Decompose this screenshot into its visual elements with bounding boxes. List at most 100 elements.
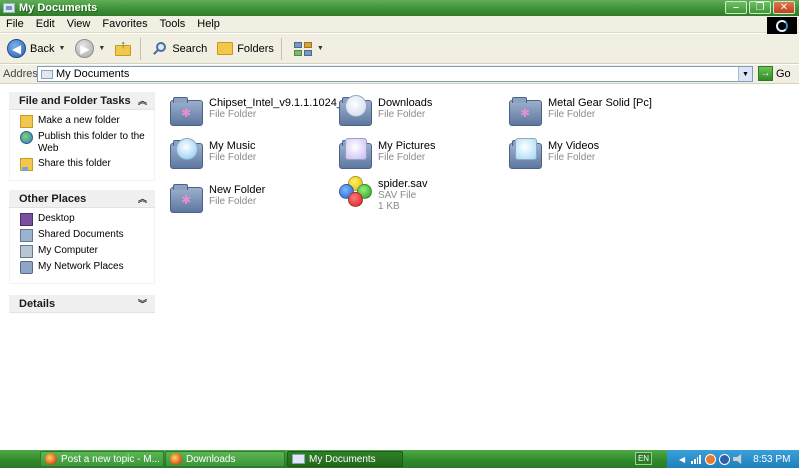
task-label: Publish this folder to the Web xyxy=(38,131,145,154)
language-indicator[interactable]: EN xyxy=(635,452,652,465)
details-header[interactable]: Details ︾ xyxy=(9,295,155,313)
search-button[interactable]: Search xyxy=(149,37,210,61)
volume-icon[interactable] xyxy=(733,454,742,464)
minimize-button[interactable]: – xyxy=(725,1,747,14)
file-type: File Folder xyxy=(378,152,426,163)
tray-app-icon[interactable] xyxy=(705,453,717,465)
place-my-computer[interactable]: My Computer xyxy=(20,245,148,258)
shared-documents-icon xyxy=(20,229,33,242)
address-bar: Address My Documents ▼ → Go xyxy=(0,65,799,84)
network-signal-icon[interactable] xyxy=(691,454,702,464)
task-publish-web[interactable]: Publish this folder to the Web xyxy=(20,131,148,155)
window-title: My Documents xyxy=(19,2,98,14)
place-my-network-places[interactable]: My Network Places xyxy=(20,261,148,274)
panel-body: Desktop Shared Documents My Computer My … xyxy=(9,208,155,284)
file-item-spider-sav[interactable]: spider.sav SAV File 1 KB xyxy=(339,176,428,212)
other-places-header[interactable]: Other Places ︽ xyxy=(9,190,155,208)
taskbar-button-post-topic[interactable]: Post a new topic - M... xyxy=(40,451,164,467)
new-folder-icon xyxy=(20,115,33,128)
file-type: SAV File xyxy=(378,190,417,201)
taskbar-button-label: My Documents xyxy=(309,453,376,465)
file-item-metal-gear-solid[interactable]: ✱ Metal Gear Solid [Pc] File Folder xyxy=(509,95,652,127)
go-arrow-icon: → xyxy=(758,66,773,81)
file-name: My Music xyxy=(209,140,256,152)
file-item-my-pictures[interactable]: My Pictures File Folder xyxy=(339,138,435,170)
task-label: Share this folder xyxy=(38,158,111,169)
file-item-my-music[interactable]: My Music File Folder xyxy=(170,138,256,170)
folders-button[interactable]: Folders xyxy=(214,37,277,61)
menu-favorites[interactable]: Favorites xyxy=(96,18,153,30)
task-pane: File and Folder Tasks ︽ Make a new folde… xyxy=(0,85,160,450)
back-dropdown-icon[interactable]: ▼ xyxy=(58,45,65,52)
up-folder-button[interactable]: ↑ xyxy=(112,37,136,61)
place-shared-documents[interactable]: Shared Documents xyxy=(20,229,148,242)
menu-file[interactable]: File xyxy=(0,18,30,30)
forward-arrow-icon: ▶ xyxy=(75,39,95,58)
maximize-button[interactable]: ❐ xyxy=(749,1,771,14)
forward-dropdown-icon[interactable]: ▼ xyxy=(98,45,105,52)
tray-app-icon[interactable] xyxy=(719,453,731,465)
other-places-panel: Other Places ︽ Desktop Shared Documents … xyxy=(9,190,155,284)
file-name: Metal Gear Solid [Pc] xyxy=(548,97,652,109)
file-type: File Folder xyxy=(548,152,596,163)
expand-chevron-icon[interactable]: ︾ xyxy=(138,297,147,310)
menu-edit[interactable]: Edit xyxy=(30,18,61,30)
window-controls: – ❐ ✕ xyxy=(725,1,795,14)
task-make-new-folder[interactable]: Make a new folder xyxy=(20,115,148,128)
views-button[interactable]: ▼ xyxy=(290,37,327,61)
place-label: Shared Documents xyxy=(38,229,124,240)
go-button[interactable]: → Go xyxy=(758,66,791,81)
menu-view[interactable]: View xyxy=(61,18,97,30)
folder-window-icon xyxy=(3,3,15,13)
menu-help[interactable]: Help xyxy=(191,18,226,30)
windows-logo-icon xyxy=(767,17,797,35)
file-item-chipset[interactable]: ✱ Chipset_Intel_v9.1.1.1024_W... File Fo… xyxy=(170,95,362,127)
back-button[interactable]: ◀ Back ▼ xyxy=(4,37,68,61)
taskbar-button-my-documents[interactable]: My Documents xyxy=(287,451,403,467)
file-type: File Folder xyxy=(548,109,596,120)
views-dropdown-icon[interactable]: ▼ xyxy=(317,45,324,52)
place-desktop[interactable]: Desktop xyxy=(20,213,148,226)
views-icon xyxy=(293,41,313,57)
file-name: New Folder xyxy=(209,184,266,196)
firefox-icon xyxy=(170,453,182,465)
file-item-downloads[interactable]: Downloads File Folder xyxy=(339,95,432,127)
taskbar-button-downloads[interactable]: Downloads xyxy=(165,451,285,467)
taskbar-button-label: Post a new topic - M... xyxy=(61,453,160,465)
taskbar-button-label: Downloads xyxy=(186,453,236,465)
show-hidden-icons-icon[interactable]: ◀ xyxy=(679,455,685,464)
standard-toolbar: ◀ Back ▼ ▶ ▼ ↑ Search Folders ▼ xyxy=(0,34,799,64)
collapse-chevron-icon[interactable]: ︽ xyxy=(138,94,147,107)
my-computer-icon xyxy=(20,245,33,258)
search-icon xyxy=(152,41,168,57)
task-share-folder[interactable]: Share this folder xyxy=(20,158,148,171)
file-name: Downloads xyxy=(378,97,433,109)
pony-folder-icon: ✱ xyxy=(170,95,204,127)
main-content: File and Folder Tasks ︽ Make a new folde… xyxy=(0,85,799,450)
file-item-my-videos[interactable]: My Videos File Folder xyxy=(509,138,599,170)
folders-label: Folders xyxy=(237,42,274,55)
panel-title: Other Places xyxy=(19,192,87,205)
title-bar[interactable]: My Documents – ❐ ✕ xyxy=(0,0,799,16)
firefox-icon xyxy=(45,453,57,465)
menu-tools[interactable]: Tools xyxy=(154,18,192,30)
file-item-new-folder[interactable]: ✱ New Folder File Folder xyxy=(170,182,265,214)
address-input[interactable]: My Documents ▼ xyxy=(37,66,753,82)
collapse-chevron-icon[interactable]: ︽ xyxy=(138,192,147,205)
up-folder-icon: ↑ xyxy=(115,39,133,57)
place-label: My Computer xyxy=(38,245,99,256)
panel-title: File and Folder Tasks xyxy=(19,94,131,107)
music-folder-icon xyxy=(170,138,204,170)
file-folder-tasks-header[interactable]: File and Folder Tasks ︽ xyxy=(9,92,155,110)
file-name: My Videos xyxy=(548,140,600,152)
folder-window-icon xyxy=(292,454,305,464)
clock[interactable]: 8:53 PM xyxy=(753,454,790,465)
downloads-folder-icon xyxy=(339,95,373,127)
close-button[interactable]: ✕ xyxy=(773,1,795,14)
forward-button[interactable]: ▶ ▼ xyxy=(72,37,108,61)
address-dropdown-icon[interactable]: ▼ xyxy=(738,67,752,81)
pony-folder-icon: ✱ xyxy=(509,95,543,127)
panel-title: Details xyxy=(19,297,56,310)
taskbar: Post a new topic - M... Downloads My Doc… xyxy=(0,450,799,468)
back-label: Back xyxy=(30,42,55,55)
